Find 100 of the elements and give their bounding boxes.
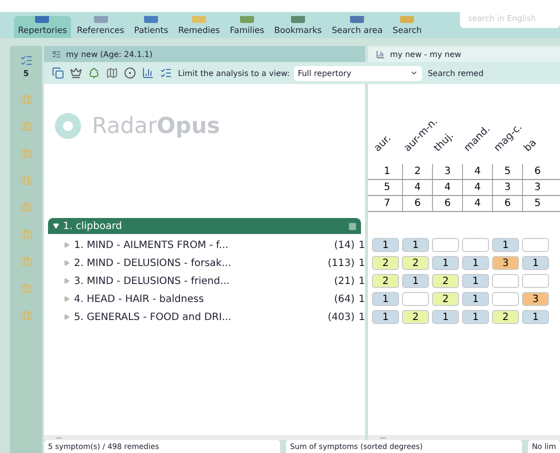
- grade-cell: 1: [462, 310, 489, 324]
- nav-tab[interactable]: Families: [226, 16, 268, 38]
- rank-cell: 3: [522, 180, 552, 195]
- rank-cell: 6: [522, 164, 552, 179]
- grade-cell: 2: [492, 310, 519, 324]
- grade-cell: 1: [432, 256, 459, 270]
- rank-cell: 2: [402, 164, 432, 179]
- symptom-weight: 1: [358, 240, 365, 250]
- bag-icon[interactable]: [20, 148, 32, 159]
- grade-cell: 1: [402, 274, 429, 288]
- grade-cell: 1: [522, 310, 549, 324]
- nav-tab[interactable]: Search: [388, 16, 426, 38]
- clipboard-header[interactable]: 1. clipboard: [48, 218, 361, 234]
- clipboard-title: 1. clipboard: [63, 220, 122, 232]
- grade-cell: 1: [492, 238, 519, 252]
- grade-cell: 1: [372, 238, 399, 252]
- bag-icon[interactable]: [20, 229, 32, 240]
- map-icon[interactable]: [106, 67, 118, 79]
- grade-cell: 1: [372, 292, 399, 306]
- limit-label: Limit the analysis to a view:: [178, 68, 290, 78]
- empty-cell: [492, 274, 519, 288]
- empty-cell: [432, 238, 459, 252]
- nav-tab[interactable]: References: [72, 16, 128, 38]
- rank-cell: 3: [432, 164, 462, 179]
- rank-cell: 4: [462, 196, 492, 211]
- symptom-label[interactable]: 4. HEAD - HAIR - baldness: [74, 294, 330, 304]
- rank-cell: 4: [432, 180, 462, 195]
- chart-icon: [376, 50, 385, 58]
- copy-icon[interactable]: [52, 67, 64, 79]
- remedy-name[interactable]: aur.: [372, 132, 394, 154]
- grade-cell: 2: [432, 292, 459, 306]
- symptom-count: (14): [334, 240, 355, 250]
- chart-icon[interactable]: [142, 67, 154, 79]
- grade-cell: 3: [522, 292, 549, 306]
- empty-cell: [522, 274, 549, 288]
- grade-cell: 1: [462, 292, 489, 306]
- bag-icon[interactable]: [20, 283, 32, 294]
- rank-cell: 5: [522, 196, 552, 211]
- symptom-label[interactable]: 1. MIND - AILMENTS FROM - f...: [74, 240, 330, 250]
- grade-cell: 2: [372, 256, 399, 270]
- grade-cell: 1: [522, 256, 549, 270]
- grade-cell: 1: [462, 256, 489, 270]
- bag-icon[interactable]: [20, 310, 32, 321]
- caret-icon: [410, 69, 418, 77]
- symptom-weight: 1: [358, 312, 365, 322]
- rank-cell-text: 7: [382, 197, 392, 211]
- tree-icon[interactable]: [88, 67, 100, 79]
- grade-cell: 1: [402, 238, 429, 252]
- nav-tab[interactable]: Patients: [130, 16, 172, 38]
- bag-icon[interactable]: [20, 256, 32, 267]
- nav-tab[interactable]: Bookmarks: [270, 16, 326, 38]
- grade-cell: 2: [402, 256, 429, 270]
- symptom-weight: 1: [358, 294, 365, 304]
- rank-cell: 3: [492, 180, 522, 195]
- rank-cell: 4: [402, 180, 432, 195]
- rank-cell-text: 5: [382, 181, 392, 195]
- remedy-name[interactable]: ba: [522, 137, 539, 154]
- grade-cell: 2: [372, 274, 399, 288]
- symptom-label[interactable]: 2. MIND - DELUSIONS - forsak...: [74, 258, 324, 268]
- search-remedies-label: Search remed: [428, 68, 484, 78]
- symptom-weight: 1: [358, 258, 365, 268]
- rank-cell: 5: [492, 164, 522, 179]
- bag-icon[interactable]: [20, 202, 32, 213]
- rank-cell: 6: [432, 196, 462, 211]
- nav-tab[interactable]: Repertories: [14, 16, 71, 38]
- symptom-label[interactable]: 3. MIND - DELUSIONS - friend...: [74, 276, 330, 286]
- symptom-count: (113): [328, 258, 355, 268]
- view-select[interactable]: Full repertory: [294, 66, 422, 80]
- grade-cell: 1: [372, 310, 399, 324]
- symptom-count: (403): [328, 312, 355, 322]
- panel-title: my new (Age: 24.1.1): [66, 50, 153, 58]
- grade-cell: 1: [432, 310, 459, 324]
- empty-cell: [492, 292, 519, 306]
- panel-title: my new - my new: [390, 50, 462, 58]
- nav-tab[interactable]: Search area: [328, 16, 387, 38]
- grade-cell: 2: [402, 310, 429, 324]
- rank-cell: 4: [462, 180, 492, 195]
- bag-icon[interactable]: [20, 94, 32, 105]
- rank-cell: 6: [492, 196, 522, 211]
- symptom-count: 5: [23, 69, 29, 78]
- symptom-count: (21): [334, 276, 355, 286]
- list-icon[interactable]: [160, 67, 172, 79]
- rank-cell: 4: [462, 164, 492, 179]
- symptom-weight: 1: [358, 276, 365, 286]
- nav-tab[interactable]: Remedies: [174, 16, 224, 38]
- grade-cell: 2: [432, 274, 459, 288]
- empty-cell: [462, 238, 489, 252]
- bag-icon[interactable]: [20, 175, 32, 186]
- grade-cell: 3: [492, 256, 519, 270]
- logo-icon: [54, 112, 82, 140]
- grade-cell: 1: [462, 274, 489, 288]
- checklist-icon[interactable]: [20, 54, 32, 67]
- bag-icon[interactable]: [20, 121, 32, 132]
- empty-cell: [402, 292, 429, 306]
- empty-cell: [522, 238, 549, 252]
- logo-text: RadarOpus: [92, 114, 220, 138]
- rank-cell-text: 1: [382, 165, 392, 179]
- symptom-label[interactable]: 5. GENERALS - FOOD and DRI...: [74, 312, 324, 322]
- rank-cell: 6: [402, 196, 432, 211]
- symptom-count: (64): [334, 294, 355, 304]
